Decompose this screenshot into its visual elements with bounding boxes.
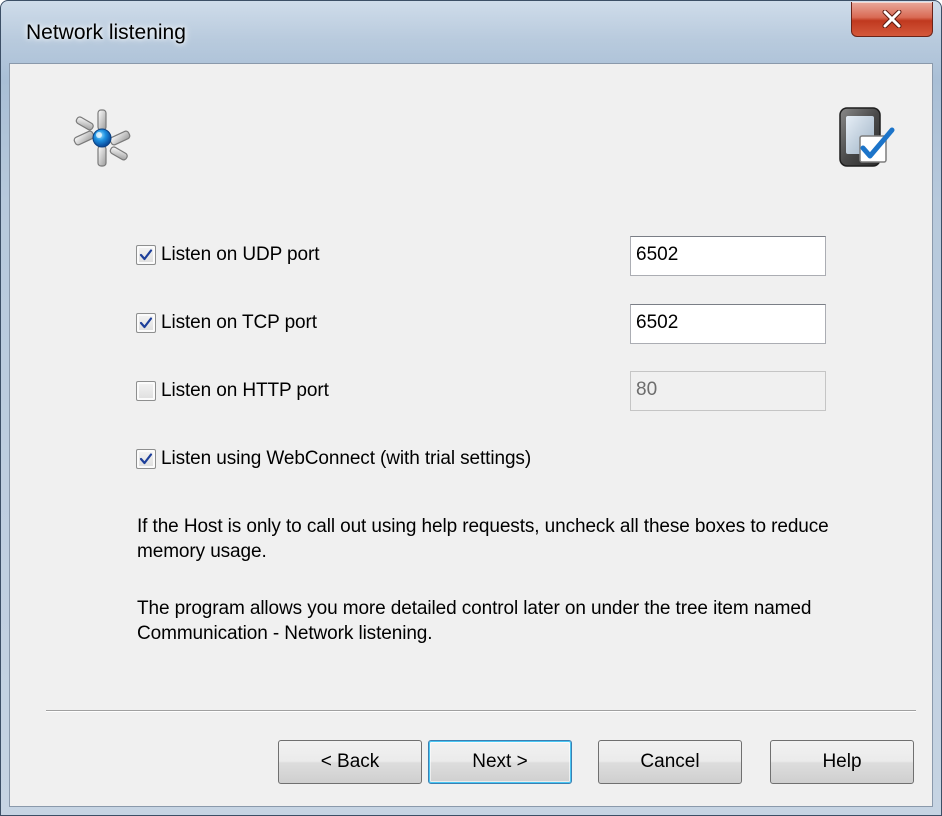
udp-port-input[interactable]: 6502 — [630, 236, 826, 276]
http-option[interactable]: Listen on HTTP port — [136, 378, 329, 404]
udp-checkbox[interactable] — [136, 245, 156, 265]
info-memory-text: If the Host is only to call out using he… — [137, 516, 829, 562]
udp-option[interactable]: Listen on UDP port — [136, 242, 319, 268]
device-checkmark-icon — [839, 107, 895, 167]
checkmark-icon — [139, 453, 153, 465]
close-button[interactable] — [851, 2, 933, 37]
udp-label: Listen on UDP port — [161, 244, 320, 265]
dialog-window: Network listening Listen on UDP port 650… — [0, 0, 942, 816]
tcp-checkbox[interactable] — [136, 313, 156, 333]
cancel-button[interactable]: Cancel — [598, 740, 742, 784]
close-icon — [882, 10, 902, 28]
info-control-text: The program allows you more detailed con… — [137, 598, 812, 644]
http-checkbox[interactable] — [136, 381, 156, 401]
http-port-input: 80 — [630, 371, 826, 411]
checkmark-icon — [139, 249, 153, 261]
next-button[interactable]: Next > — [428, 740, 572, 784]
checkmark-icon — [139, 317, 153, 329]
window-title: Network listening — [26, 21, 186, 44]
help-button[interactable]: Help — [770, 740, 914, 784]
http-label: Listen on HTTP port — [161, 380, 329, 401]
dialog-content: Listen on UDP port 6502 Listen on TCP po… — [9, 63, 933, 807]
webconnect-option[interactable]: Listen using WebConnect (with trial sett… — [136, 446, 531, 472]
tcp-port-input[interactable]: 6502 — [630, 304, 826, 344]
webconnect-label: Listen using WebConnect (with trial sett… — [161, 448, 532, 469]
webconnect-checkbox[interactable] — [136, 449, 156, 469]
tcp-label: Listen on TCP port — [161, 312, 317, 333]
tcp-option[interactable]: Listen on TCP port — [136, 310, 317, 336]
title-bar[interactable]: Network listening — [1, 1, 941, 63]
back-button[interactable]: < Back — [278, 740, 422, 784]
network-hub-icon — [73, 109, 131, 167]
separator — [46, 710, 916, 712]
